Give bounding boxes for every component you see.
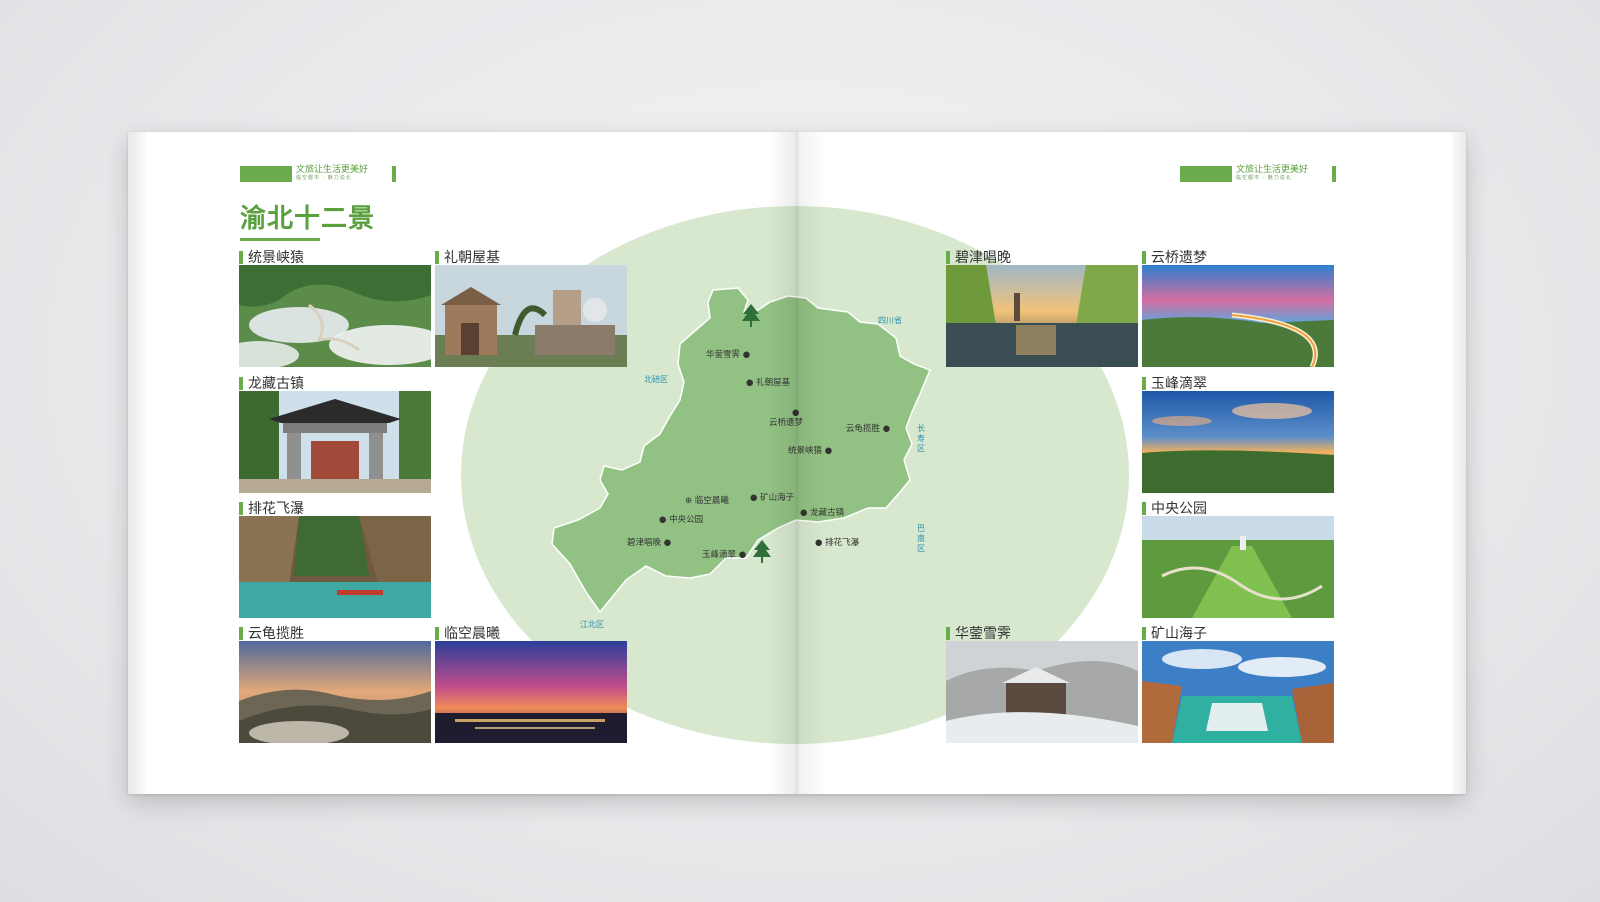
spot-name: 玉峰滴翠 [1151, 376, 1207, 392]
photo-sunset-valley [1142, 391, 1334, 493]
photo-mountain-sunset [239, 641, 431, 743]
map-point: 玉峰滴翠 ● [702, 550, 747, 560]
spot-card: 临空晨曦 [435, 625, 627, 743]
slogan-line1-right: 文旅让生活更美好 [1236, 165, 1309, 175]
region-label-banan: 巴南区 [917, 524, 925, 553]
spot-name: 临空晨曦 [444, 626, 500, 642]
slogan-left: 文旅让生活更美好 临空都市 · 魅力渝北 [240, 165, 396, 182]
photo-gorge-river [239, 516, 431, 618]
photo-lake-pagoda [946, 265, 1138, 367]
photo-archway [239, 391, 431, 493]
page-edge-left [128, 132, 146, 794]
map-point: ● 中央公园 [659, 515, 704, 525]
map-point: ⊕ 临空晨曦 [685, 496, 729, 506]
spot-name: 云龟揽胜 [248, 626, 304, 642]
map-point-dot: ● [792, 408, 800, 418]
open-brochure: 文旅让生活更美好 临空都市 · 魅力渝北 文旅让生活更美好 临空都市 · 魅力渝… [128, 132, 1466, 794]
slogan-line2-right: 临空都市 · 魅力渝北 [1236, 175, 1292, 181]
photo-bridge-night [1142, 265, 1334, 367]
spot-name: 矿山海子 [1151, 626, 1207, 642]
spot-card: 统景峡猿 [239, 249, 431, 367]
spot-card: 云桥遗梦 [1142, 249, 1334, 367]
region-label-changshou: 长寿区 [917, 424, 925, 453]
spot-card: 华蓥雪霁 [946, 625, 1138, 743]
spot-card: 碧津唱晚 [946, 249, 1138, 367]
spot-name: 云桥遗梦 [1151, 250, 1207, 266]
spot-card: 龙藏古镇 [239, 375, 431, 493]
spot-card: 矿山海子 [1142, 625, 1334, 743]
map-point: 云龟揽胜 ● [846, 424, 891, 434]
spot-card: 中央公园 [1142, 500, 1334, 618]
photo-snow-temple [946, 641, 1138, 743]
spot-name: 统景峡猿 [248, 250, 304, 266]
region-label-sichuan: 四川省 [878, 316, 902, 325]
map-point: 华蓥雪霁 ● [706, 350, 751, 360]
spot-name: 中央公园 [1151, 501, 1207, 517]
region-label-beibei: 北碚区 [644, 375, 668, 384]
map-point: ● 龙藏古镇 [800, 508, 845, 518]
region-label-jiangbei: 江北区 [580, 620, 604, 629]
page-title: 渝北十二景 [240, 204, 376, 234]
photo-canyon-mist [239, 265, 431, 367]
page-edge-right [1452, 132, 1466, 794]
spot-card: 玉峰滴翠 [1142, 375, 1334, 493]
spot-card: 云龟揽胜 [239, 625, 431, 743]
photo-quarry-lake [1142, 641, 1334, 743]
map-point: ● 矿山海子 [750, 493, 795, 503]
map-point: ● 礼朝屋基 [746, 378, 791, 388]
spot-name: 龙藏古镇 [248, 376, 304, 392]
title-underline [240, 238, 320, 241]
spot-name: 碧津唱晚 [955, 250, 1011, 266]
photo-city-dawn [435, 641, 627, 743]
tree-icon [742, 304, 760, 327]
slogan-line1: 文旅让生活更美好 [296, 165, 369, 175]
spot-name: 礼朝屋基 [444, 250, 500, 266]
yubei-district-map [551, 287, 931, 614]
map-point: 碧津唱晚 ● [627, 538, 672, 548]
map-point: 统景峡猿 ● [788, 446, 833, 456]
slogan-line2: 临空都市 · 魅力渝北 [296, 175, 352, 181]
spot-name: 华蓥雪霁 [955, 626, 1011, 642]
spot-name: 排花飞瀑 [248, 501, 304, 517]
photo-park-aerial [1142, 516, 1334, 618]
spot-card: 排花飞瀑 [239, 500, 431, 618]
slogan-right: 文旅让生活更美好 临空都市 · 魅力渝北 [1180, 165, 1336, 182]
tree-icon [753, 540, 771, 563]
map-point: ● 排花飞瀑 [815, 538, 860, 548]
